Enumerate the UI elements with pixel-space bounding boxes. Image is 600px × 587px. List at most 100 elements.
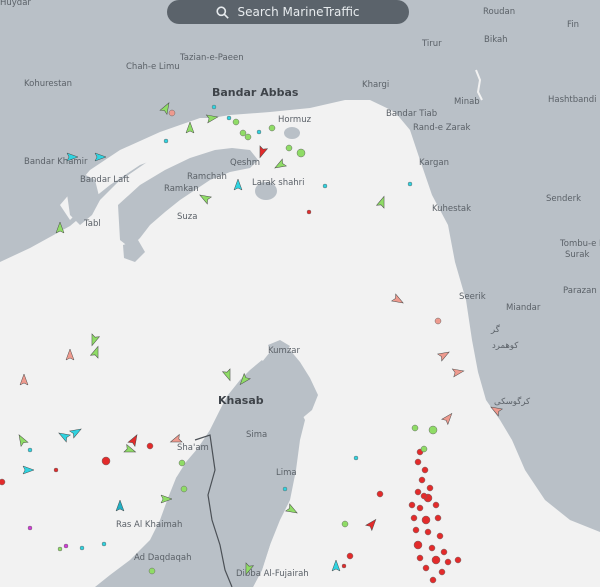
vessel-marker[interactable] xyxy=(341,563,347,569)
vessel-marker[interactable] xyxy=(424,528,432,536)
vessel-marker[interactable] xyxy=(421,466,429,474)
vessel-marker[interactable] xyxy=(407,181,413,187)
place-label-ad-daqdaqah: Ad Daqdaqah xyxy=(134,553,192,563)
vessel-marker[interactable] xyxy=(79,545,85,551)
place-label-larak: Larak shahri xyxy=(252,178,305,188)
vessel-marker[interactable] xyxy=(168,109,176,117)
search-bar[interactable]: Search MarineTraffic xyxy=(167,0,409,24)
vessel-marker[interactable] xyxy=(353,455,359,461)
vessel-marker[interactable] xyxy=(101,541,107,547)
vessel-marker[interactable] xyxy=(285,144,293,152)
place-label-hashtbandi: Hashtbandi xyxy=(548,95,597,105)
vessel-marker[interactable] xyxy=(180,485,188,493)
place-label-ramkan: Ramkan xyxy=(164,184,199,194)
vessel-marker[interactable] xyxy=(411,424,419,432)
place-label-ras-al-khaimah: Ras Al Khaimah xyxy=(116,520,182,530)
vessel-marker[interactable] xyxy=(440,548,448,556)
vessel-marker[interactable] xyxy=(420,445,428,453)
vessel-marker[interactable] xyxy=(408,501,416,509)
vessel-marker[interactable] xyxy=(27,447,33,453)
place-label-bikah: Bikah xyxy=(484,35,508,45)
vessel-marker[interactable] xyxy=(178,459,186,467)
place-label-tabl: Tabl xyxy=(83,219,101,229)
vessel-marker[interactable] xyxy=(163,138,169,144)
vessel-marker[interactable] xyxy=(376,490,384,498)
vessel-marker[interactable] xyxy=(444,558,452,566)
vessel-marker[interactable] xyxy=(296,148,306,158)
vessel-marker[interactable] xyxy=(27,525,33,531)
vessel-marker[interactable] xyxy=(428,425,438,435)
vessel-marker[interactable] xyxy=(428,544,436,552)
place-label-huydar: Huydar xyxy=(0,0,31,8)
place-label-chahe: Chah-e Limu xyxy=(126,62,180,72)
vessel-marker[interactable] xyxy=(416,504,424,512)
map-canvas[interactable]: Huydar Roudan Fin Tirur Bikah Tazian-e-P… xyxy=(0,0,600,587)
place-label-kuhmbord: کوهمرد xyxy=(492,341,519,351)
vessel-marker[interactable] xyxy=(422,564,430,572)
place-label-tazian: Tazian-e-Paeen xyxy=(179,53,244,63)
vessel-marker[interactable] xyxy=(63,543,69,549)
vessel-marker[interactable] xyxy=(148,567,156,575)
vessel-marker[interactable] xyxy=(434,514,442,522)
place-label-bandar-laft: Bandar Laft xyxy=(80,175,130,185)
vessel-marker[interactable] xyxy=(414,488,422,496)
vessel-marker[interactable] xyxy=(421,515,431,525)
vessel-marker[interactable] xyxy=(412,526,420,534)
vessel-marker[interactable] xyxy=(146,442,154,450)
place-label-shaam: Sha'am xyxy=(177,443,209,453)
vessel-marker[interactable] xyxy=(420,492,428,500)
vessel-marker[interactable] xyxy=(226,115,232,121)
vessel-marker[interactable] xyxy=(232,118,240,126)
vessel-marker[interactable] xyxy=(0,478,6,486)
place-label-rand: Rand-e Zarak xyxy=(413,123,470,133)
vessel-marker[interactable] xyxy=(438,568,446,576)
vessel-marker[interactable] xyxy=(432,501,440,509)
place-label-kumzar: Kumzar xyxy=(268,346,300,356)
place-label-kuhestak: Kuhestak xyxy=(432,204,471,214)
place-label-lima: Lima xyxy=(276,468,297,478)
place-label-miandar: Miandar xyxy=(506,303,541,313)
vessel-marker[interactable] xyxy=(57,546,63,552)
vessel-marker[interactable] xyxy=(306,209,312,215)
vessel-marker[interactable] xyxy=(431,555,441,565)
vessel-marker[interactable] xyxy=(239,129,247,137)
vessel-marker[interactable] xyxy=(346,552,354,560)
vessel-marker[interactable] xyxy=(413,540,423,550)
vessel-marker[interactable] xyxy=(53,467,59,473)
place-label-gar: گر xyxy=(490,324,501,335)
place-label-senderk: Senderk xyxy=(546,194,581,204)
place-label-parazan: Parazan xyxy=(563,286,597,296)
vessel-marker[interactable] xyxy=(416,554,424,562)
vessel-marker[interactable] xyxy=(341,520,349,528)
place-label-minab: Minab xyxy=(454,97,480,107)
vessel-marker[interactable] xyxy=(436,532,444,540)
vessel-marker[interactable] xyxy=(414,458,422,466)
place-label-surak: Surak xyxy=(565,250,589,260)
place-label-khasab: Khasab xyxy=(218,394,264,407)
vessel-marker[interactable] xyxy=(322,183,328,189)
place-label-bandar-tiab: Bandar Tiab xyxy=(386,109,437,119)
place-label-fin: Fin xyxy=(567,20,579,30)
place-label-tirur: Tirur xyxy=(421,39,442,49)
vessel-marker[interactable] xyxy=(244,133,252,141)
place-label-ramchah: Ramchah xyxy=(187,172,227,182)
vessel-marker[interactable] xyxy=(268,124,276,132)
place-label-sima: Sima xyxy=(246,430,267,440)
vessel-marker[interactable] xyxy=(426,484,434,492)
vessel-marker[interactable] xyxy=(256,129,262,135)
place-label-khargi: Khargi xyxy=(362,80,389,90)
vessel-marker[interactable] xyxy=(211,104,217,110)
place-label-seerik: Seerik xyxy=(459,292,486,302)
vessel-marker[interactable] xyxy=(101,456,111,466)
place-label-tombu: Tombu-e Be xyxy=(559,239,600,249)
vessel-marker[interactable] xyxy=(410,514,418,522)
place-label-kargan: Kargan xyxy=(419,158,449,168)
vessel-marker[interactable] xyxy=(429,576,437,584)
vessel-marker[interactable] xyxy=(434,317,442,325)
place-label-bandar-abbas: Bandar Abbas xyxy=(212,86,299,99)
vessel-marker[interactable] xyxy=(454,556,462,564)
place-label-qeshm: Qeshm xyxy=(230,158,260,168)
search-icon xyxy=(216,5,230,19)
vessel-marker[interactable] xyxy=(282,486,288,492)
vessel-marker[interactable] xyxy=(418,476,426,484)
